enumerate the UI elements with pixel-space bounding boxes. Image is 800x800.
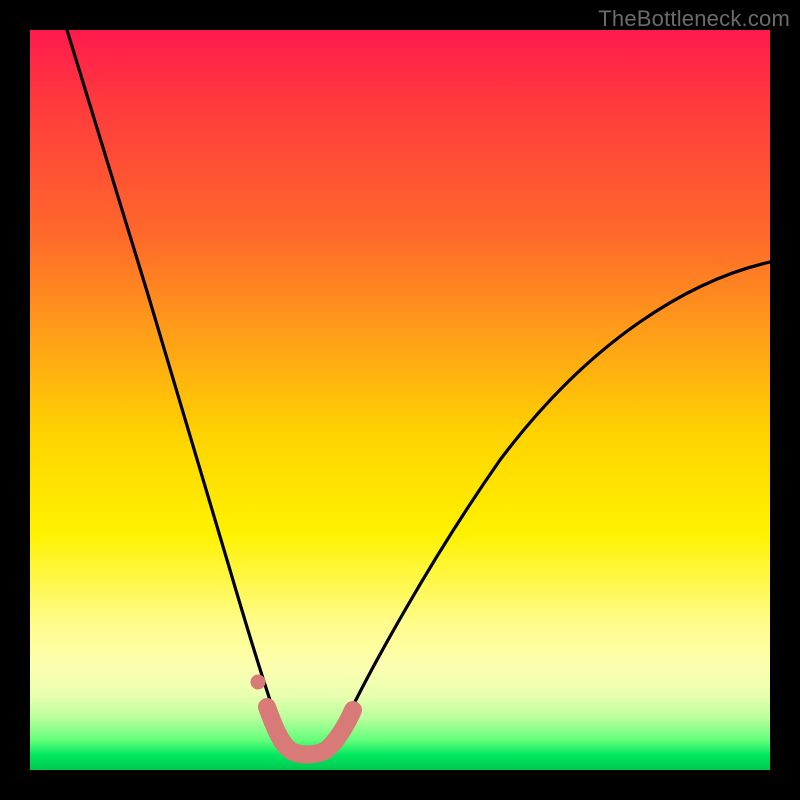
- plot-area: [30, 30, 770, 770]
- bottleneck-curve: [30, 30, 770, 770]
- chart-frame: TheBottleneck.com: [0, 0, 800, 800]
- marker-band: [267, 707, 353, 755]
- marker-dot: [251, 675, 266, 690]
- watermark-text: TheBottleneck.com: [598, 6, 790, 32]
- curve-path: [67, 30, 770, 754]
